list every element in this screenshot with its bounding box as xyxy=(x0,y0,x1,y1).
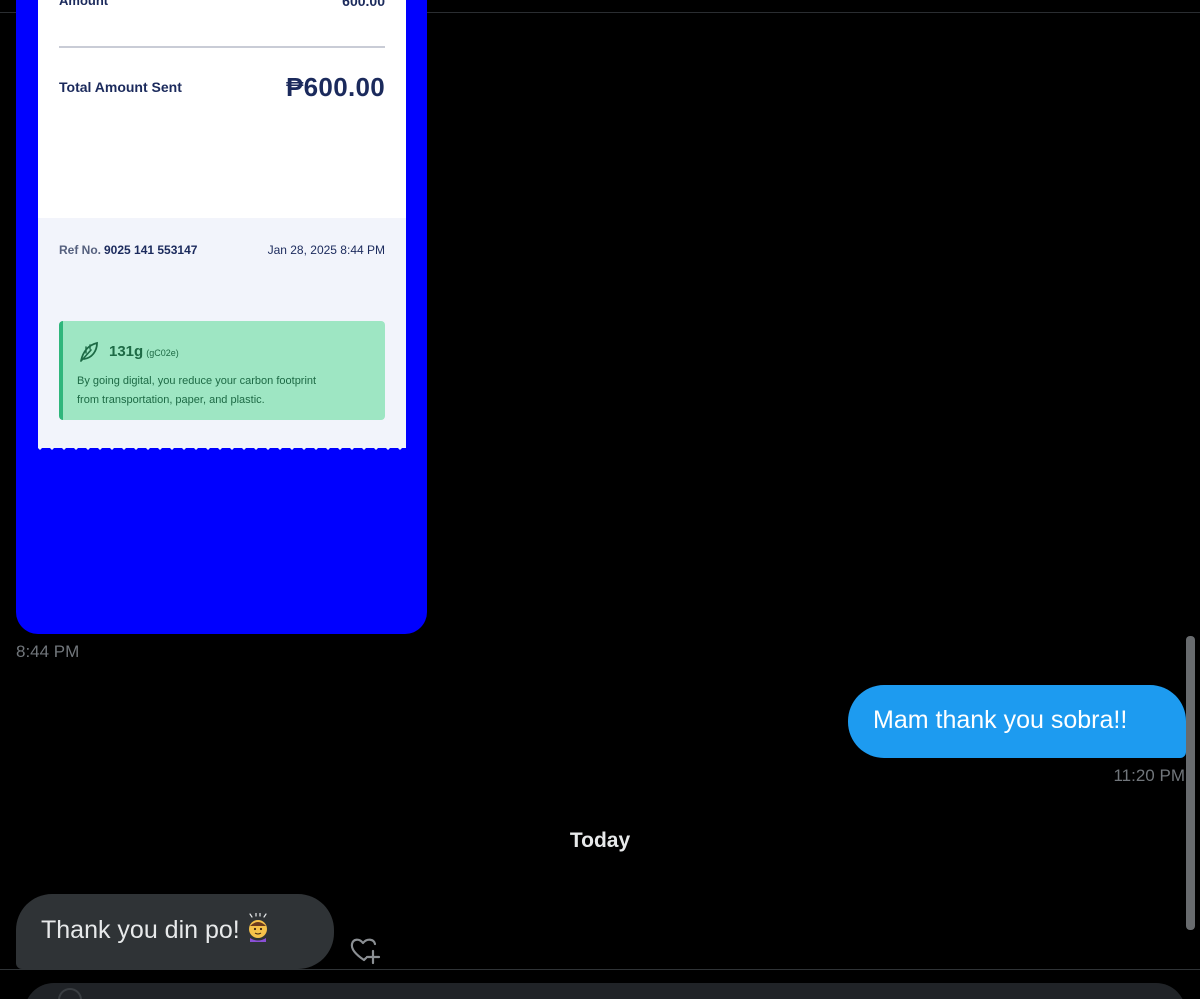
outgoing-message-text: Mam thank you sobra!! xyxy=(873,706,1128,734)
message-composer[interactable] xyxy=(24,983,1186,999)
image-message[interactable]: Amount 600.00 Total Amount Sent ₱600.00 … xyxy=(16,0,427,634)
incoming-message[interactable]: Thank you din po! xyxy=(16,894,334,969)
carbon-line-1: By going digital, you reduce your carbon… xyxy=(77,375,317,387)
outgoing-message[interactable]: Mam thank you sobra!! xyxy=(848,685,1186,758)
image-message-timestamp: 8:44 PM xyxy=(16,642,80,661)
ref-number: 9025 141 553147 xyxy=(104,243,198,257)
carbon-amount: 131g (gC02e) xyxy=(109,343,179,360)
ref-label: Ref No. xyxy=(59,243,101,257)
total-label: Total Amount Sent xyxy=(59,79,182,95)
total-value: ₱600.00 xyxy=(286,72,385,102)
outgoing-message-timestamp: 11:20 PM xyxy=(1113,766,1185,785)
ref-datetime: Jan 28, 2025 8:44 PM xyxy=(267,243,385,257)
carbon-description: By going digital, you reduce your carbon… xyxy=(77,372,377,410)
carbon-footprint-card: 131g (gC02e) By going digital, you reduce… xyxy=(59,321,385,420)
amount-label: Amount xyxy=(59,0,109,8)
scrollbar-thumb[interactable] xyxy=(1186,636,1195,930)
composer-separator xyxy=(0,969,1200,970)
amount-row: Amount 600.00 xyxy=(59,0,385,24)
carbon-unit: (gC02e) xyxy=(146,348,179,358)
reference-row: Ref No. 9025 141 553147 Jan 28, 2025 8:44… xyxy=(59,243,385,257)
dm-conversation: Amount 600.00 Total Amount Sent ₱600.00 … xyxy=(0,0,1200,999)
heart-add-icon[interactable] xyxy=(349,934,383,966)
incoming-message-text: Thank you din po! xyxy=(41,913,272,945)
leaf-icon xyxy=(80,341,98,362)
amount-value: 600.00 xyxy=(342,0,385,9)
receipt-torn-edge xyxy=(38,442,406,450)
day-divider: Today xyxy=(569,829,631,852)
face-with-halo-emoji-icon xyxy=(248,913,267,943)
receipt-divider xyxy=(59,46,385,48)
receipt-image: Amount 600.00 Total Amount Sent ₱600.00 … xyxy=(38,0,406,450)
carbon-line-2: from transportation, paper, and plastic. xyxy=(77,394,265,406)
composer-media-icon[interactable] xyxy=(58,988,82,999)
